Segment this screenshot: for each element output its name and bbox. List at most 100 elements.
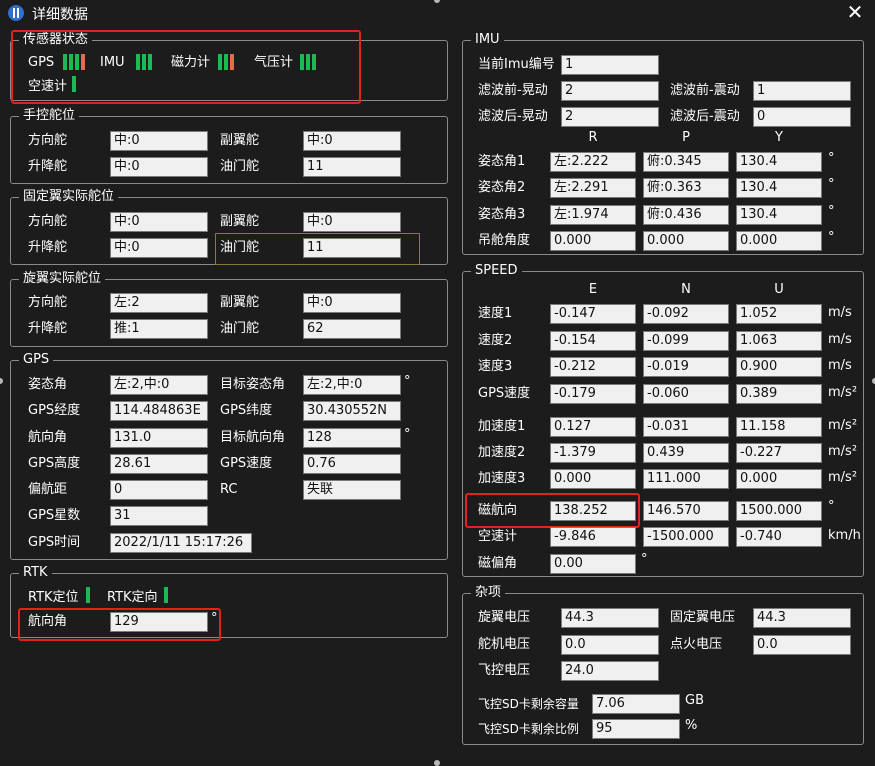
sd-capacity-field[interactable]: 7.06 bbox=[592, 694, 680, 714]
a3-u-field[interactable]: 0.000 bbox=[736, 469, 822, 489]
close-button[interactable]: ✕ bbox=[845, 2, 865, 22]
gps-time-field[interactable]: 2022/1/11 15:17:26 bbox=[110, 533, 252, 553]
rotor-rudder-field[interactable]: 左:2 bbox=[110, 293, 208, 313]
rotor-voltage-field[interactable]: 44.3 bbox=[561, 608, 659, 628]
resize-handle-bottom[interactable] bbox=[434, 760, 440, 766]
a2-e-field[interactable]: -1.379 bbox=[550, 443, 636, 463]
speed-col-n: N bbox=[681, 282, 691, 297]
rotor-elevator-field[interactable]: 推:1 bbox=[110, 319, 208, 339]
att1-y-field[interactable]: 130.4 bbox=[736, 152, 822, 172]
att2-y-field[interactable]: 130.4 bbox=[736, 178, 822, 198]
v1-u-field[interactable]: 1.052 bbox=[736, 304, 822, 324]
att2-r-field[interactable]: 左:2.291 bbox=[550, 178, 636, 198]
gps-velocity-n-field[interactable]: -0.060 bbox=[643, 384, 729, 404]
v1-n-field[interactable]: -0.092 bbox=[643, 304, 729, 324]
a2-n-field[interactable]: 0.439 bbox=[643, 443, 729, 463]
att1-p-field[interactable]: 俯:0.345 bbox=[643, 152, 729, 172]
gps-velocity-e-field[interactable]: -0.179 bbox=[550, 384, 636, 404]
v2-u-field[interactable]: 1.063 bbox=[736, 331, 822, 351]
att2-label: 姿态角2 bbox=[478, 180, 526, 195]
att1-r-field[interactable]: 左:2.222 bbox=[550, 152, 636, 172]
imu-col-p: P bbox=[682, 130, 690, 145]
v3-u-field[interactable]: 0.900 bbox=[736, 357, 822, 377]
att3-y-field[interactable]: 130.4 bbox=[736, 205, 822, 225]
gps-heading-field[interactable]: 131.0 bbox=[110, 428, 208, 448]
ignition-voltage-field[interactable]: 0.0 bbox=[753, 635, 851, 655]
rc-label: RC bbox=[220, 482, 238, 497]
airspeed-u-field[interactable]: -0.740 bbox=[736, 527, 822, 547]
resize-handle-left[interactable] bbox=[0, 378, 3, 384]
manual-rudder-field[interactable]: 中:0 bbox=[110, 131, 208, 151]
imu-pre-vibration-field[interactable]: 1 bbox=[753, 81, 851, 101]
rc-status-field[interactable]: 失联 bbox=[303, 480, 401, 500]
v1-e-field[interactable]: -0.147 bbox=[550, 304, 636, 324]
fixed-throttle-field[interactable]: 11 bbox=[303, 238, 401, 258]
pod-p-field[interactable]: 0.000 bbox=[643, 231, 729, 251]
a1-u-field[interactable]: 11.158 bbox=[736, 417, 822, 437]
sd-ratio-field[interactable]: 95 bbox=[592, 719, 680, 739]
a1-e-field[interactable]: 0.127 bbox=[550, 417, 636, 437]
gps-satellites-field[interactable]: 31 bbox=[110, 506, 208, 526]
gps-target-heading-unit: ° bbox=[404, 427, 411, 442]
imu-post-vibration-field[interactable]: 0 bbox=[753, 107, 851, 127]
mag-heading-e-field[interactable]: 138.252 bbox=[550, 501, 636, 521]
title-bar: 详细数据 ✕ bbox=[0, 0, 875, 26]
airspeed-n-field[interactable]: -1500.000 bbox=[643, 527, 729, 547]
mag-heading-u-field[interactable]: 1500.000 bbox=[736, 501, 822, 521]
imu-pre-shake-field[interactable]: 2 bbox=[561, 81, 659, 101]
mag-declination-field[interactable]: 0.00 bbox=[550, 554, 636, 574]
imu-current-field[interactable]: 1 bbox=[561, 55, 659, 75]
gps-latitude-field[interactable]: 30.430552N bbox=[303, 401, 401, 421]
gps-target-attitude-field[interactable]: 左:2,中:0 bbox=[303, 375, 401, 395]
rotor-throttle-label: 油门舵 bbox=[220, 321, 260, 336]
manual-throttle-field[interactable]: 11 bbox=[303, 157, 401, 177]
pod-angle-label: 吊舱角度 bbox=[478, 233, 531, 248]
imu-post-shake-field[interactable]: 2 bbox=[561, 107, 659, 127]
att2-p-field[interactable]: 俯:0.363 bbox=[643, 178, 729, 198]
gps-signal-bars bbox=[63, 54, 85, 70]
manual-elevator-field[interactable]: 中:0 bbox=[110, 157, 208, 177]
fc-voltage-field[interactable]: 24.0 bbox=[561, 661, 659, 681]
rotor-throttle-field[interactable]: 62 bbox=[303, 319, 401, 339]
pod-unit: ° bbox=[828, 230, 835, 245]
a2-u-field[interactable]: -0.227 bbox=[736, 443, 822, 463]
airspeed-e-field[interactable]: -9.846 bbox=[550, 527, 636, 547]
servo-voltage-field[interactable]: 0.0 bbox=[561, 635, 659, 655]
v3-n-field[interactable]: -0.019 bbox=[643, 357, 729, 377]
pod-y-field[interactable]: 0.000 bbox=[736, 231, 822, 251]
v2-unit: m/s bbox=[828, 332, 852, 347]
fixed-elevator-field[interactable]: 中:0 bbox=[110, 238, 208, 258]
imu-signal-bars bbox=[136, 54, 152, 70]
manual-aileron-label: 副翼舵 bbox=[220, 133, 260, 148]
pod-r-field[interactable]: 0.000 bbox=[550, 231, 636, 251]
mag-heading-n-field[interactable]: 146.570 bbox=[643, 501, 729, 521]
fixed-voltage-field[interactable]: 44.3 bbox=[753, 608, 851, 628]
att3-p-field[interactable]: 俯:0.436 bbox=[643, 205, 729, 225]
gps-attitude-field[interactable]: 左:2,中:0 bbox=[110, 375, 208, 395]
gps-offset-field[interactable]: 0 bbox=[110, 480, 208, 500]
magnetometer-signal-bars bbox=[218, 54, 234, 70]
att3-label: 姿态角3 bbox=[478, 207, 526, 222]
fixed-aileron-field[interactable]: 中:0 bbox=[303, 212, 401, 232]
rtk-heading-field[interactable]: 129 bbox=[110, 612, 208, 632]
a3-n-field[interactable]: 111.000 bbox=[643, 469, 729, 489]
rtk-direction-label: RTK定向 bbox=[107, 590, 158, 605]
gps-altitude-field[interactable]: 28.61 bbox=[110, 454, 208, 474]
v3-e-field[interactable]: -0.212 bbox=[550, 357, 636, 377]
v2-e-field[interactable]: -0.154 bbox=[550, 331, 636, 351]
gps-target-heading-field[interactable]: 128 bbox=[303, 428, 401, 448]
att3-r-field[interactable]: 左:1.974 bbox=[550, 205, 636, 225]
gps-longitude-field[interactable]: 114.484863E bbox=[110, 401, 208, 421]
gps-velocity-u-field[interactable]: 0.389 bbox=[736, 384, 822, 404]
rotor-aileron-field[interactable]: 中:0 bbox=[303, 293, 401, 313]
a1-n-field[interactable]: -0.031 bbox=[643, 417, 729, 437]
gps-target-attitude-unit: ° bbox=[404, 374, 411, 389]
a3-e-field[interactable]: 0.000 bbox=[550, 469, 636, 489]
airspeed-signal-bars bbox=[72, 76, 76, 92]
manual-aileron-field[interactable]: 中:0 bbox=[303, 131, 401, 151]
fixed-rudder-field[interactable]: 中:0 bbox=[110, 212, 208, 232]
gps-target-attitude-label: 目标姿态角 bbox=[220, 377, 286, 392]
gps-speed-field[interactable]: 0.76 bbox=[303, 454, 401, 474]
v2-n-field[interactable]: -0.099 bbox=[643, 331, 729, 351]
fixed-voltage-label: 固定翼电压 bbox=[670, 610, 736, 625]
